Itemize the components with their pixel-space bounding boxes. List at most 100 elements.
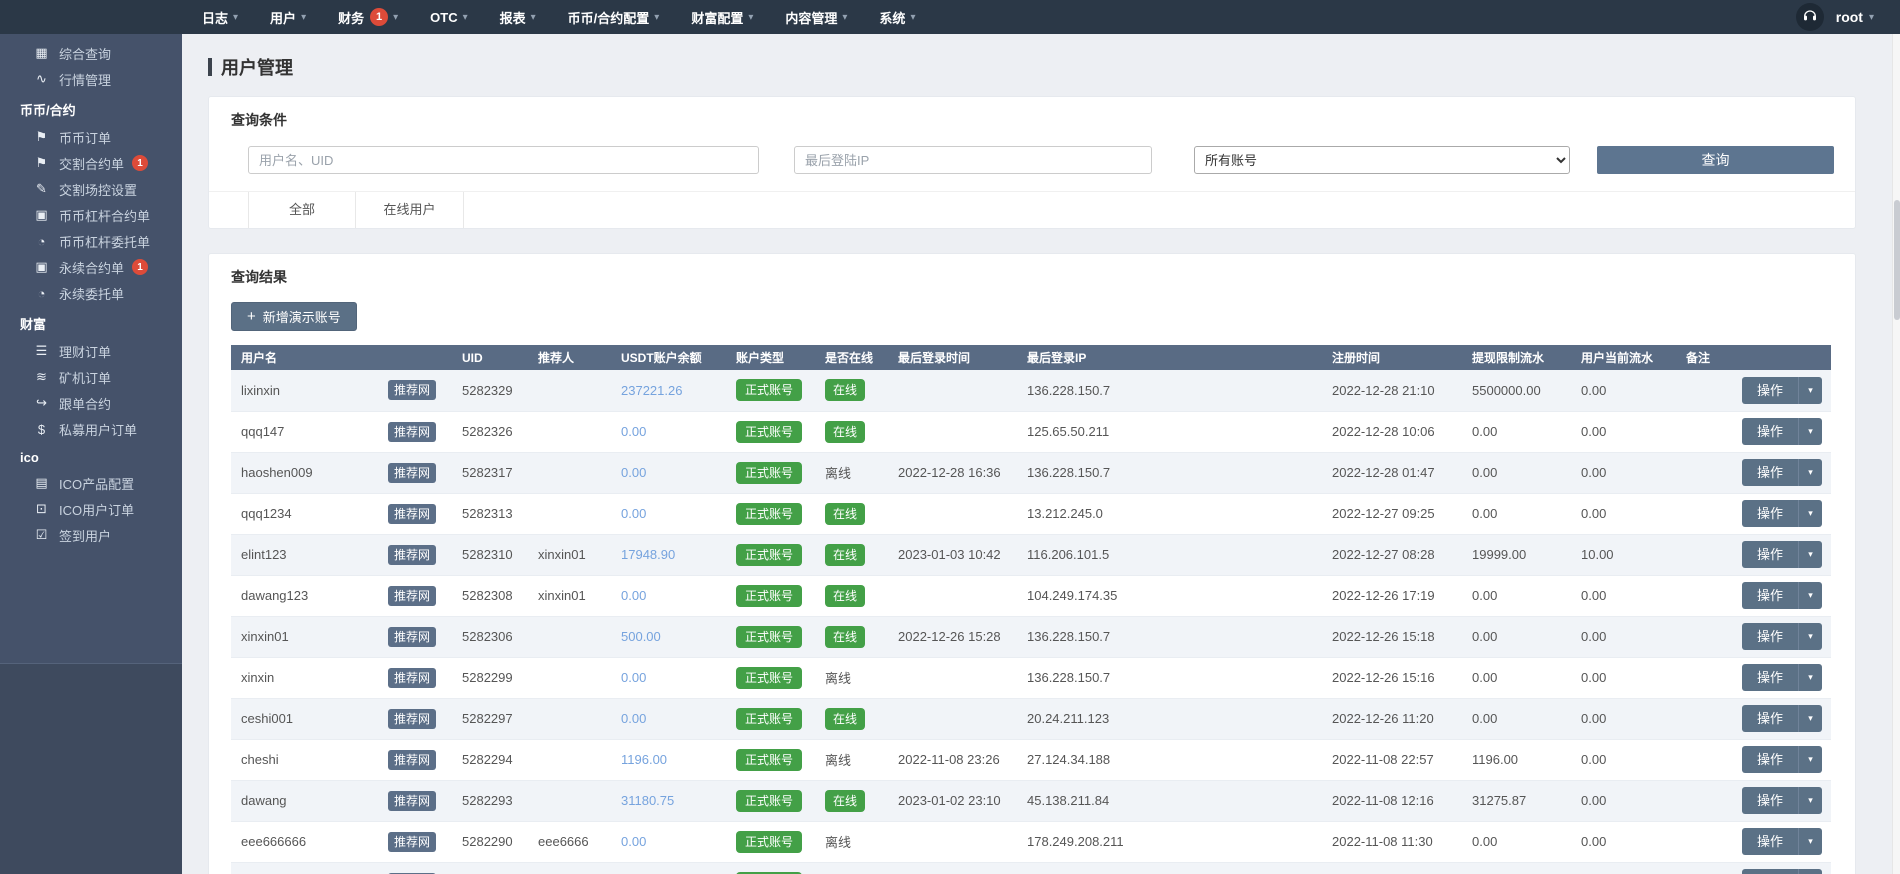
usdt-balance-link[interactable]: 1196.00	[621, 752, 667, 767]
action-button[interactable]: 操作▾	[1742, 869, 1822, 874]
action-dropdown-caret[interactable]: ▾	[1798, 500, 1822, 527]
action-button-label[interactable]: 操作	[1742, 787, 1798, 814]
referral-badge[interactable]: 推荐网	[388, 750, 436, 770]
nav-item-content-manage[interactable]: 内容管理▾	[769, 0, 863, 34]
referral-badge[interactable]: 推荐网	[388, 668, 436, 688]
scrollbar-thumb[interactable]	[1894, 200, 1900, 320]
nav-item-system[interactable]: 系统▾	[863, 0, 931, 34]
action-button-label[interactable]: 操作	[1742, 500, 1798, 527]
tab-online-users[interactable]: 在线用户	[356, 192, 464, 228]
sidebar-item-perpetual-contract-orders[interactable]: ▣永续合约单1	[0, 254, 182, 280]
sidebar-item-overview-query[interactable]: ▦综合查询	[0, 40, 182, 66]
usdt-balance-link[interactable]: 0.00	[621, 834, 646, 849]
action-dropdown-caret[interactable]: ▾	[1798, 869, 1822, 874]
action-dropdown-caret[interactable]: ▾	[1798, 705, 1822, 732]
sidebar-item-ico-product-config[interactable]: ▤ICO产品配置	[0, 470, 182, 496]
action-dropdown-caret[interactable]: ▾	[1798, 828, 1822, 855]
action-button[interactable]: 操作▾	[1742, 377, 1822, 404]
action-button[interactable]: 操作▾	[1742, 787, 1822, 814]
referral-badge[interactable]: 推荐网	[388, 463, 436, 483]
action-button[interactable]: 操作▾	[1742, 623, 1822, 650]
action-button[interactable]: 操作▾	[1742, 541, 1822, 568]
sidebar-item-delivery-contract-orders[interactable]: ⚑交割合约单1	[0, 150, 182, 176]
usdt-balance-link[interactable]: 31180.75	[621, 793, 674, 808]
action-dropdown-caret[interactable]: ▾	[1798, 787, 1822, 814]
username-link[interactable]: dawang	[241, 793, 287, 808]
referral-badge[interactable]: 推荐网	[388, 627, 436, 647]
last-login-ip-input[interactable]	[794, 146, 1152, 174]
action-button-label[interactable]: 操作	[1742, 623, 1798, 650]
sidebar-item-checkin-users[interactable]: ☑签到用户	[0, 522, 182, 548]
sidebar-item-coin-orders[interactable]: ⚑币币订单	[0, 124, 182, 150]
action-button[interactable]: 操作▾	[1742, 664, 1822, 691]
sidebar-item-wealth-orders[interactable]: ☰理财订单	[0, 338, 182, 364]
referral-badge[interactable]: 推荐网	[388, 380, 436, 400]
usdt-balance-link[interactable]: 237221.26	[621, 383, 682, 398]
username-uid-input[interactable]	[248, 146, 759, 174]
username-link[interactable]: eee666666	[241, 834, 306, 849]
user-menu[interactable]: root ▾	[1836, 9, 1874, 25]
usdt-balance-link[interactable]: 0.00	[621, 424, 646, 439]
action-dropdown-caret[interactable]: ▾	[1798, 746, 1822, 773]
action-button[interactable]: 操作▾	[1742, 459, 1822, 486]
usdt-balance-link[interactable]: 0.00	[621, 465, 646, 480]
username-link[interactable]: lixinxin	[241, 383, 280, 398]
vertical-scrollbar[interactable]	[1892, 34, 1900, 874]
usdt-balance-link[interactable]: 0.00	[621, 711, 646, 726]
usdt-balance-link[interactable]: 0.00	[621, 588, 646, 603]
action-button-label[interactable]: 操作	[1742, 664, 1798, 691]
account-filter-select[interactable]: 所有账号	[1194, 146, 1570, 174]
action-button[interactable]: 操作▾	[1742, 828, 1822, 855]
usdt-balance-link[interactable]: 0.00	[621, 670, 646, 685]
support-avatar-button[interactable]	[1796, 3, 1824, 31]
usdt-balance-link[interactable]: 17948.90	[621, 547, 675, 562]
search-button[interactable]: 查询	[1597, 146, 1834, 174]
username-link[interactable]: ceshi001	[241, 711, 293, 726]
nav-item-users[interactable]: 用户▾	[254, 0, 322, 34]
action-dropdown-caret[interactable]: ▾	[1798, 541, 1822, 568]
username-link[interactable]: xinxin	[241, 670, 274, 685]
action-button-label[interactable]: 操作	[1742, 582, 1798, 609]
action-dropdown-caret[interactable]: ▾	[1798, 377, 1822, 404]
nav-item-logs[interactable]: 日志▾	[186, 0, 254, 34]
username-link[interactable]: haoshen009	[241, 465, 313, 480]
referral-badge[interactable]: 推荐网	[388, 832, 436, 852]
action-button[interactable]: 操作▾	[1742, 582, 1822, 609]
sidebar-item-copy-trade-contract[interactable]: ↪跟单合约	[0, 390, 182, 416]
action-dropdown-caret[interactable]: ▾	[1798, 623, 1822, 650]
action-button-label[interactable]: 操作	[1742, 869, 1798, 874]
action-button-label[interactable]: 操作	[1742, 541, 1798, 568]
referral-badge[interactable]: 推荐网	[388, 422, 436, 442]
action-button[interactable]: 操作▾	[1742, 746, 1822, 773]
action-button[interactable]: 操作▾	[1742, 418, 1822, 445]
action-dropdown-caret[interactable]: ▾	[1798, 459, 1822, 486]
action-button[interactable]: 操作▾	[1742, 500, 1822, 527]
action-dropdown-caret[interactable]: ▾	[1798, 582, 1822, 609]
referral-badge[interactable]: 推荐网	[388, 504, 436, 524]
username-link[interactable]: cheshi	[241, 752, 279, 767]
action-button-label[interactable]: 操作	[1742, 418, 1798, 445]
action-button-label[interactable]: 操作	[1742, 705, 1798, 732]
action-button-label[interactable]: 操作	[1742, 828, 1798, 855]
usdt-balance-link[interactable]: 500.00	[621, 629, 661, 644]
nav-item-reports[interactable]: 报表▾	[484, 0, 552, 34]
action-dropdown-caret[interactable]: ▾	[1798, 418, 1822, 445]
nav-item-otc[interactable]: OTC▾	[414, 0, 483, 34]
sidebar-item-coin-margin-entrust-orders[interactable]: ◔币币杠杆委托单	[0, 228, 182, 254]
action-button-label[interactable]: 操作	[1742, 459, 1798, 486]
nav-item-wealth-config[interactable]: 财富配置▾	[675, 0, 769, 34]
sidebar-item-coin-margin-contract-orders[interactable]: ▣币币杠杆合约单	[0, 202, 182, 228]
referral-badge[interactable]: 推荐网	[388, 545, 436, 565]
sidebar-item-delivery-control-settings[interactable]: ✎交割场控设置	[0, 176, 182, 202]
action-button-label[interactable]: 操作	[1742, 377, 1798, 404]
sidebar-item-private-fund-user-orders[interactable]: $私募用户订单	[0, 416, 182, 442]
referral-badge[interactable]: 推荐网	[388, 709, 436, 729]
referral-badge[interactable]: 推荐网	[388, 791, 436, 811]
username-link[interactable]: dawang123	[241, 588, 308, 603]
action-button[interactable]: 操作▾	[1742, 705, 1822, 732]
sidebar-item-miner-orders[interactable]: ≋矿机订单	[0, 364, 182, 390]
referral-badge[interactable]: 推荐网	[388, 586, 436, 606]
username-link[interactable]: elint123	[241, 547, 287, 562]
tab-all[interactable]: 全部	[248, 192, 356, 228]
usdt-balance-link[interactable]: 0.00	[621, 506, 646, 521]
